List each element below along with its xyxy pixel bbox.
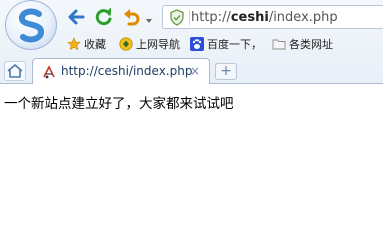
tab-active[interactable]: http://ceshi/index.php × [32,58,210,84]
bookmark-favorites[interactable]: 收藏 [67,36,106,52]
shield-icon[interactable] [169,9,185,26]
bookmark-label: 百度一下， [207,38,262,51]
chevron-down-icon[interactable] [145,11,153,23]
url-text[interactable]: http://ceshi/index.php [191,10,338,25]
browser-chrome: http://ceshi/index.php 收藏 上网导航 百度一下， 各类网… [0,0,383,84]
url-host: ceshi [230,10,269,25]
close-tab-icon[interactable]: × [188,63,202,79]
star-icon [67,37,81,51]
folder-icon [272,37,286,51]
refresh-button[interactable] [94,7,114,27]
home-icon [7,64,23,78]
bookmark-label: 各类网址 [289,38,333,51]
tab-bar: http://ceshi/index.php × + [0,57,383,84]
address-bar[interactable]: http://ceshi/index.php [162,5,383,29]
undo-button[interactable] [122,7,142,27]
url-path: /index.php [268,10,338,25]
bookmark-label: 收藏 [84,38,106,51]
new-tab-button[interactable]: + [215,63,237,80]
bookmark-label: 上网导航 [136,38,180,51]
bookmark-folder[interactable]: 各类网址 [272,36,333,52]
home-button[interactable] [4,61,26,81]
tab-title: http://ceshi/index.php [61,64,193,78]
bookmarks-bar: 收藏 上网导航 百度一下， 各类网址 [0,33,383,55]
bookmark-navigation[interactable]: 上网导航 [119,36,180,52]
url-scheme: http:// [191,10,231,25]
page-content-text: 一个新站点建立好了，大家都来试试吧 [4,96,234,112]
back-button[interactable] [66,7,86,27]
navigation-icon [119,37,133,51]
bookmark-baidu[interactable]: 百度一下， [190,36,262,52]
address-divider [189,10,190,25]
page-favicon-icon [41,64,57,80]
baidu-paw-icon [190,37,204,51]
